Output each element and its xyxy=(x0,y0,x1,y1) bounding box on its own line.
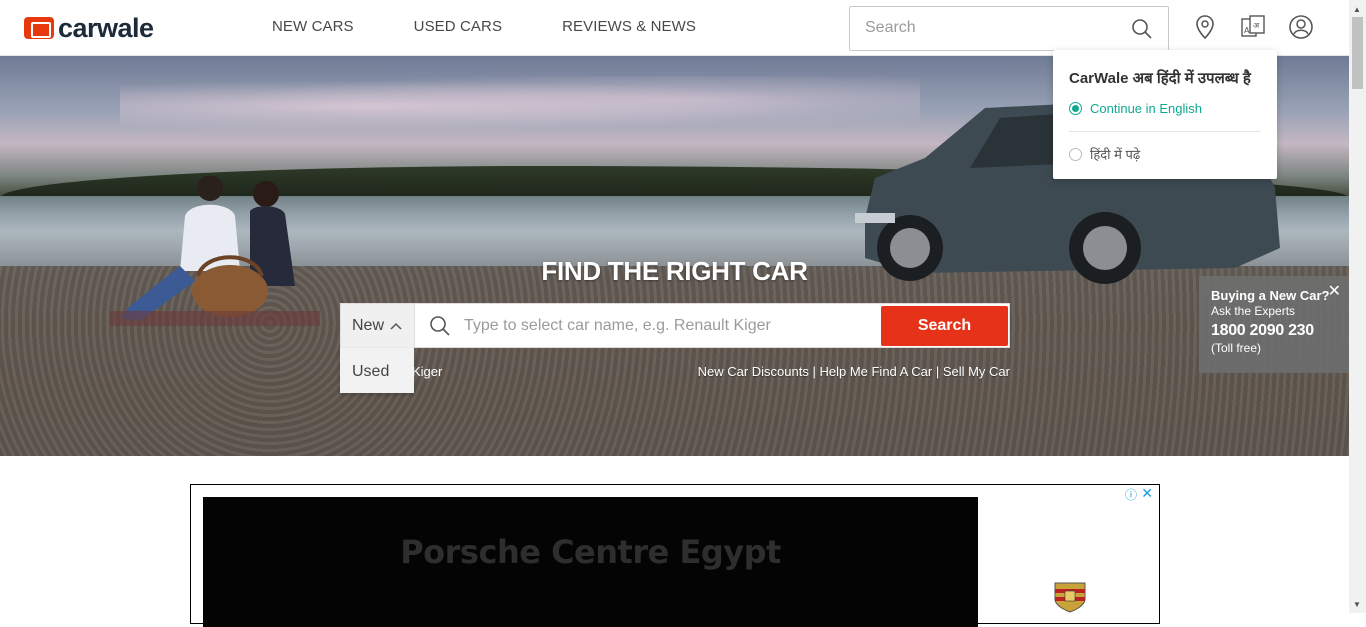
search-icon[interactable] xyxy=(1131,18,1153,45)
location-pin-icon[interactable] xyxy=(1194,14,1216,45)
radio-selected-icon[interactable] xyxy=(1069,102,1082,115)
language-popup: CarWale अब हिंदी में उपलब्ध है Continue … xyxy=(1053,50,1277,179)
nav-new-cars[interactable]: NEW CARS xyxy=(272,18,354,35)
new-car-discounts-link[interactable]: New Car Discounts xyxy=(698,364,809,379)
ad-video[interactable]: Porsche Centre Egypt xyxy=(203,497,978,627)
page-scrollbar[interactable]: ▲ ▼ xyxy=(1349,0,1366,613)
read-hindi-option[interactable]: हिंदी में पढ़े xyxy=(1069,145,1140,163)
expert-phone[interactable]: 1800 2090 230 xyxy=(1211,322,1349,340)
expert-help-box: ✕ Buying a New Car? Ask the Experts 1800… xyxy=(1199,276,1349,373)
continue-english-option[interactable]: Continue in English xyxy=(1069,101,1202,116)
radio-unselected-icon[interactable] xyxy=(1069,147,1082,161)
close-icon[interactable]: ✕ xyxy=(1328,281,1341,301)
ad-info-icon[interactable]: ⓘ xyxy=(1125,486,1137,503)
language-popup-title: CarWale अब हिंदी में उपलब्ध है xyxy=(1069,70,1251,87)
quick-links: New Car Discounts | Help Me Find A Car |… xyxy=(698,364,1010,379)
new-used-select[interactable]: New xyxy=(341,304,415,348)
nav-reviews-news[interactable]: REVIEWS & NEWS xyxy=(562,18,696,35)
logo-text: carwale xyxy=(58,12,154,43)
chevron-up-icon xyxy=(390,322,402,330)
ad-title: Porsche Centre Egypt xyxy=(400,533,781,571)
couple-picnic-image xyxy=(110,176,320,326)
sell-my-car-link[interactable]: Sell My Car xyxy=(943,364,1010,379)
divider xyxy=(1069,131,1261,132)
expert-toll-free: (Toll free) xyxy=(1211,341,1262,355)
select-dropdown: Used xyxy=(340,348,414,393)
expert-subtitle: Ask the Experts xyxy=(1211,304,1296,318)
logo-mark-icon xyxy=(24,17,54,39)
porsche-crest-icon xyxy=(1054,582,1086,613)
header-search xyxy=(849,6,1169,51)
svg-text:A: A xyxy=(1244,26,1250,35)
main-nav: NEW CARS USED CARS REVIEWS & NEWS xyxy=(272,18,696,35)
trending-search-link[interactable]: Kiger xyxy=(412,364,442,379)
scroll-down-arrow-icon[interactable]: ▼ xyxy=(1353,600,1361,609)
hero-search-bar: New Search xyxy=(340,303,1010,348)
svg-text:अ: अ xyxy=(1253,21,1260,30)
continue-english-label: Continue in English xyxy=(1090,101,1203,116)
car-search-input[interactable] xyxy=(464,317,864,335)
advertisement[interactable]: Porsche Centre Egypt ⓘ ✕ xyxy=(190,484,1160,627)
scroll-up-arrow-icon[interactable]: ▲ xyxy=(1353,5,1361,14)
separator: | xyxy=(935,364,943,379)
scroll-thumb[interactable] xyxy=(1352,17,1363,89)
dropdown-option-used[interactable]: Used xyxy=(352,363,414,381)
select-value: New xyxy=(352,317,385,334)
search-icon xyxy=(429,315,451,342)
nav-used-cars[interactable]: USED CARS xyxy=(414,18,502,35)
search-button[interactable]: Search xyxy=(881,306,1008,346)
site-header: carwale NEW CARS USED CARS REVIEWS & NEW… xyxy=(0,0,1349,56)
header-search-input[interactable] xyxy=(865,19,1115,37)
user-account-icon[interactable] xyxy=(1288,14,1314,45)
hero-title: FIND THE RIGHT CAR xyxy=(541,256,808,286)
hero-clouds xyxy=(120,76,920,136)
ad-close-icon[interactable]: ✕ xyxy=(1141,485,1153,502)
language-icon[interactable]: अA xyxy=(1240,14,1266,45)
read-hindi-label: हिंदी में पढ़े xyxy=(1090,147,1141,162)
carwale-logo[interactable]: carwale xyxy=(24,12,154,43)
help-me-find-car-link[interactable]: Help Me Find A Car xyxy=(819,364,932,379)
